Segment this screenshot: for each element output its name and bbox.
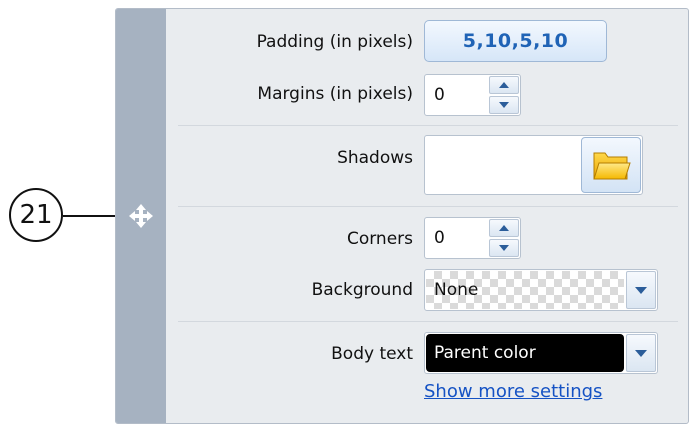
chevron-down-icon [635,349,647,357]
padding-label: Padding (in pixels) [256,32,413,52]
corners-label: Corners [346,229,413,249]
margins-spinner[interactable]: 0 [424,74,521,116]
callout-line [63,215,117,217]
settings-panel: Padding (in pixels) 5,10,5,10 Margins (i… [115,8,689,424]
separator [178,125,678,126]
corners-increment-button[interactable] [489,219,519,237]
drag-handle[interactable] [116,9,166,423]
corners-value: 0 [434,228,445,248]
body-text-select[interactable]: Parent color [424,332,658,374]
margins-decrement-button[interactable] [489,96,519,114]
corners-spinner[interactable]: 0 [424,217,521,259]
shadows-field[interactable] [424,135,643,195]
chevron-down-icon [499,102,509,108]
background-value: None [434,280,479,300]
margins-label: Margins (in pixels) [257,84,413,104]
background-select[interactable]: None [424,269,658,311]
shadows-label: Shadows [337,148,413,168]
chevron-down-icon [499,245,509,251]
chevron-down-icon [635,286,647,294]
background-label: Background [311,280,413,300]
margins-value: 0 [434,85,445,105]
margins-increment-button[interactable] [489,76,519,94]
separator [178,206,678,207]
move-icon [128,203,154,229]
folder-icon [593,152,631,180]
stage: 21 Padding (in pixels) 5,10,5,10 Margins… [0,0,695,436]
padding-value: 5,10,5,10 [462,30,569,52]
shadows-browse-button[interactable] [581,137,641,193]
separator [178,321,678,322]
chevron-up-icon [499,225,509,231]
body-text-value: Parent color [434,343,536,363]
body-text-label: Body text [331,344,413,364]
body-text-dropdown-button[interactable] [626,334,656,372]
chevron-up-icon [499,82,509,88]
corners-decrement-button[interactable] [489,239,519,257]
callout-badge: 21 [9,188,63,242]
background-dropdown-button[interactable] [626,271,656,309]
padding-button[interactable]: 5,10,5,10 [424,20,607,62]
callout-number: 21 [19,200,53,230]
show-more-settings-link[interactable]: Show more settings [424,381,602,402]
